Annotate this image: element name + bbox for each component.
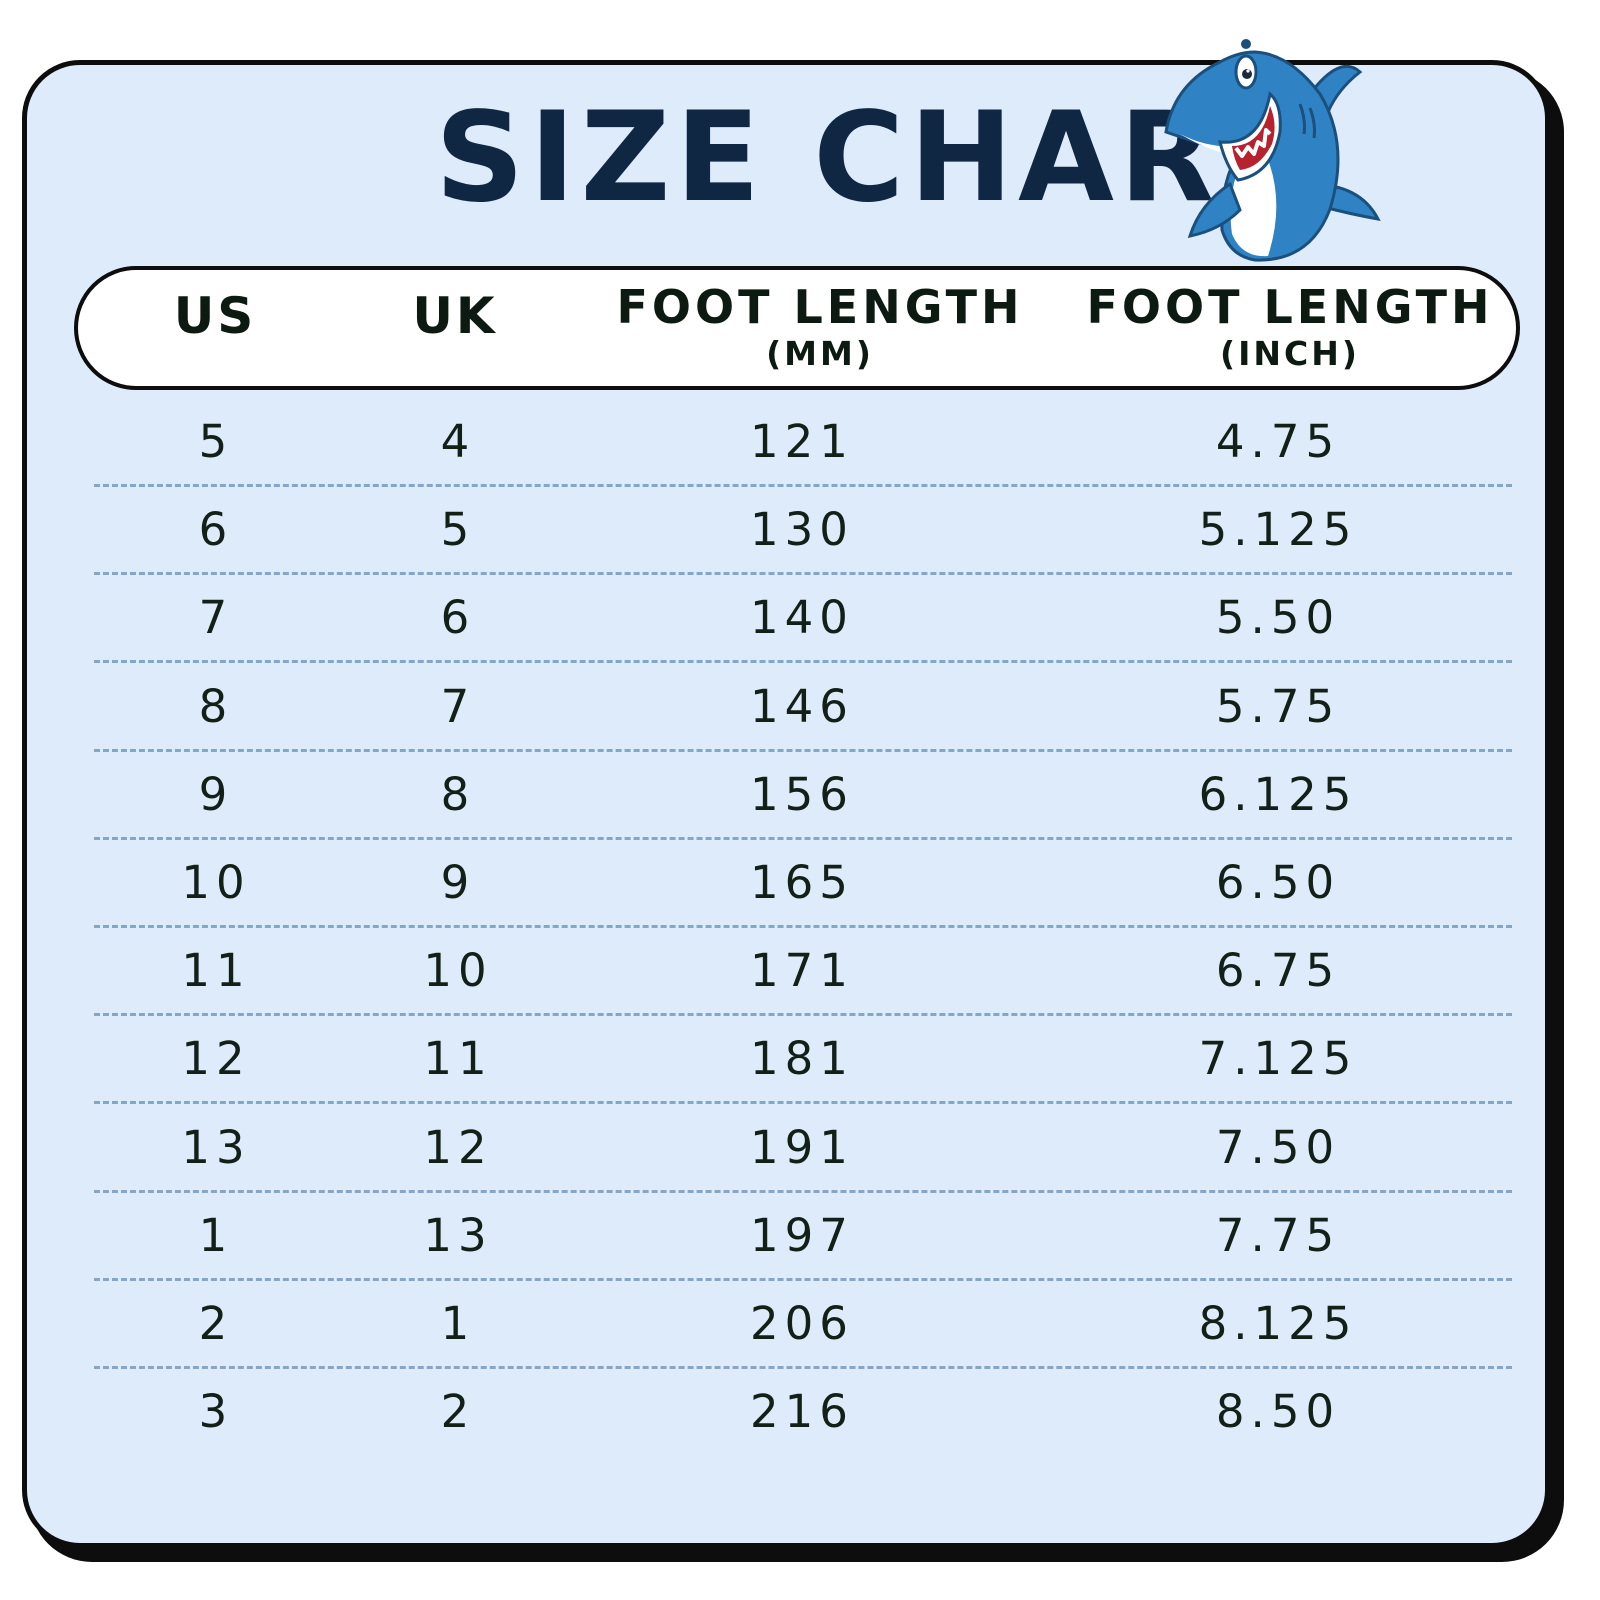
row-divider: [94, 1190, 1512, 1193]
table-cell-uk: 5: [440, 503, 476, 557]
row-divider: [94, 1366, 1512, 1369]
table-cell-inch: 7.75: [1215, 1208, 1341, 1262]
table-cell-mm: 206: [750, 1297, 854, 1350]
row-divider: [94, 1101, 1512, 1104]
table-cell-inch: 5.75: [1215, 679, 1341, 733]
row-divider: [94, 1013, 1512, 1016]
table-cell-uk: 7: [440, 679, 476, 733]
row-divider: [94, 572, 1512, 575]
table-cell-mm: 171: [750, 944, 854, 998]
table-cell-uk: 1: [440, 1297, 476, 1350]
table-cell-mm: 156: [750, 767, 854, 821]
table-cell-mm: 130: [750, 503, 854, 557]
table-cell-mm: 191: [750, 1120, 854, 1174]
row-divider: [94, 660, 1512, 663]
table-cell-uk: 9: [440, 856, 476, 909]
table-cell-inch: 8.125: [1198, 1297, 1358, 1350]
table-cell-mm: 121: [750, 415, 854, 468]
row-divider: [94, 925, 1512, 928]
table-cell-inch: 6.125: [1198, 767, 1358, 821]
table-cell-mm: 165: [750, 856, 854, 909]
table-cell-inch: 8.50: [1215, 1385, 1341, 1439]
table-cell-uk: 12: [423, 1120, 493, 1174]
table-cell-uk: 11: [423, 1032, 493, 1086]
table-cell-inch: 7.125: [1198, 1032, 1358, 1086]
table-cell-inch: 6.75: [1215, 944, 1341, 998]
table-cell-mm: 197: [750, 1208, 854, 1262]
row-divider: [94, 749, 1512, 752]
table-cell-mm: 140: [750, 591, 854, 645]
row-divider: [94, 1278, 1512, 1281]
table-cell-mm: 216: [750, 1385, 854, 1439]
table-cell-inch: 4.75: [1215, 415, 1341, 468]
table-cell-mm: 146: [750, 679, 854, 733]
table-cell-uk: 6: [440, 591, 476, 645]
table-cell-mm: 181: [750, 1032, 854, 1086]
table-cell-uk: 13: [423, 1208, 493, 1262]
table-cell-uk: 8: [440, 767, 476, 821]
table-cell-inch: 5.125: [1198, 503, 1358, 557]
row-divider: [94, 484, 1512, 487]
table-cell-uk: 10: [423, 944, 493, 998]
table-cell-inch: 5.50: [1215, 591, 1341, 645]
table-cell-inch: 6.50: [1215, 856, 1341, 909]
size-table-body: 5 4 121 4.75 6 5 130 5.125 7 6 140 5.50 8 7 146 5.75 9 8 1…: [0, 0, 1600, 1600]
row-divider: [94, 837, 1512, 840]
table-cell-uk: 2: [440, 1385, 476, 1439]
table-cell-uk: 4: [440, 415, 476, 468]
table-cell-inch: 7.50: [1215, 1120, 1341, 1174]
